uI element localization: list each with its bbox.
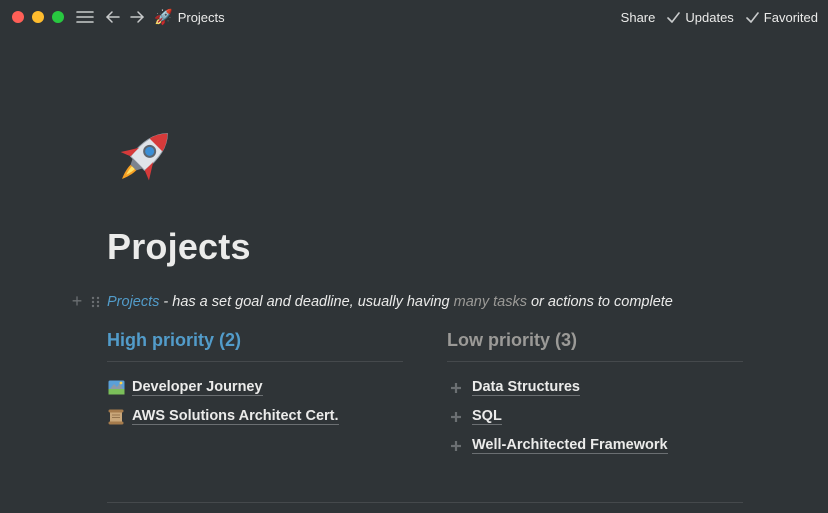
scroll-icon: [107, 408, 125, 426]
window-controls: [12, 11, 64, 23]
many-tasks-text: many tasks: [453, 293, 527, 310]
close-window-button[interactable]: [12, 11, 24, 23]
sidebar-menu-icon[interactable]: [76, 10, 94, 24]
list-item[interactable]: Data Structures: [447, 373, 743, 402]
minimize-window-button[interactable]: [32, 11, 44, 23]
item-label[interactable]: AWS Solutions Architect Cert.: [132, 408, 339, 425]
share-button[interactable]: Share: [621, 10, 656, 25]
top-actions: Share Updates Favorited: [621, 10, 818, 25]
check-icon: [745, 11, 759, 23]
low-priority-list: Data Structures SQL Well-Architected Fra…: [447, 373, 743, 460]
high-priority-column: High priority (2) Developer Journey AWS …: [107, 330, 403, 460]
list-item[interactable]: AWS Solutions Architect Cert.: [107, 402, 403, 431]
plus-icon: [447, 379, 465, 397]
description-text-end: or actions to complete: [526, 293, 673, 310]
list-item[interactable]: Well-Architected Framework: [447, 431, 743, 460]
drag-handle-icon[interactable]: [89, 295, 103, 309]
low-priority-column: Low priority (3) Data Structures SQL Wel…: [447, 330, 743, 460]
high-priority-list: Developer Journey AWS Solutions Architec…: [107, 373, 403, 431]
breadcrumb[interactable]: 🚀 Projects: [154, 8, 225, 26]
item-label[interactable]: Well-Architected Framework: [472, 437, 668, 454]
rocket-icon[interactable]: [107, 120, 181, 194]
forward-arrow-icon[interactable]: [128, 8, 146, 26]
breadcrumb-title: Projects: [177, 9, 225, 25]
description-text: - has a set goal and deadline, usually h…: [159, 293, 454, 310]
item-label[interactable]: Developer Journey: [132, 379, 263, 396]
favorited-label: Favorited: [763, 9, 818, 25]
description-block[interactable]: + Projects - has a set goal and deadline…: [67, 291, 673, 312]
low-priority-heading[interactable]: Low priority (3): [447, 330, 743, 362]
list-item[interactable]: SQL: [447, 402, 743, 431]
item-label[interactable]: Data Structures: [472, 379, 580, 396]
page-description: Projects - has a set goal and deadline, …: [107, 294, 673, 310]
back-arrow-icon[interactable]: [104, 8, 122, 26]
item-label[interactable]: SQL: [472, 408, 502, 425]
maximize-window-button[interactable]: [52, 11, 64, 23]
title-bar: 🚀 Projects Share Updates Favorited: [0, 0, 828, 34]
map-icon: [107, 379, 125, 397]
projects-link[interactable]: Projects: [107, 294, 159, 310]
list-item[interactable]: Developer Journey: [107, 373, 403, 402]
favorited-button[interactable]: Favorited: [745, 9, 818, 25]
updates-label: Updates: [685, 9, 734, 25]
divider: [107, 502, 743, 503]
add-block-icon[interactable]: +: [67, 291, 87, 312]
priority-columns: High priority (2) Developer Journey AWS …: [107, 330, 747, 460]
page-title[interactable]: Projects: [107, 226, 251, 268]
block-handles: +: [67, 291, 107, 312]
high-priority-heading[interactable]: High priority (2): [107, 330, 403, 362]
plus-icon: [447, 437, 465, 455]
plus-icon: [447, 408, 465, 426]
updates-button[interactable]: Updates: [667, 9, 734, 25]
check-icon: [667, 11, 681, 23]
rocket-icon: 🚀: [154, 9, 173, 26]
